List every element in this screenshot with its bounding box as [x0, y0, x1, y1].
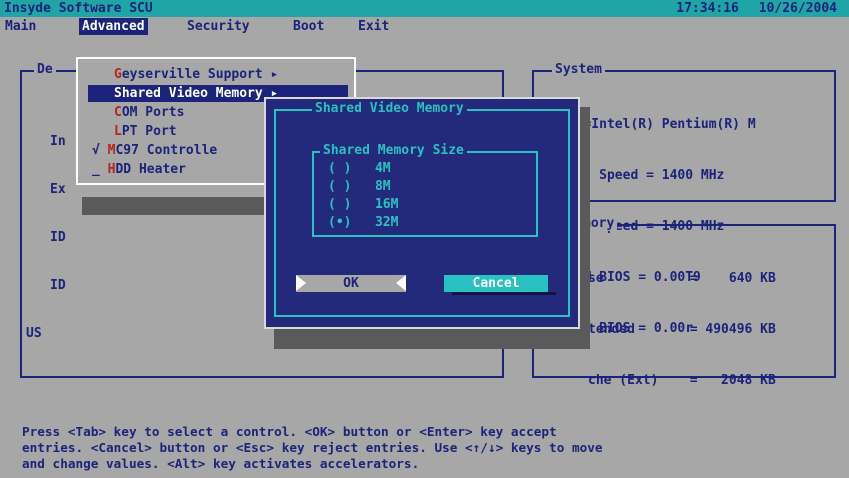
radio-button-icon: ( )	[328, 161, 352, 176]
clock: 17:34:16 10/26/2004	[676, 1, 837, 16]
dropdown-item-label: PT Port	[121, 124, 177, 139]
clock-date: 10/26/2004	[758, 1, 837, 16]
device-row: In	[50, 134, 66, 149]
checkmark-icon: √	[92, 143, 100, 158]
status-line: entries. <Cancel> button or <Esc> key re…	[22, 440, 603, 455]
radio-32m[interactable]: (•) 32M	[328, 215, 398, 230]
radio-button-icon: ( )	[328, 179, 352, 194]
radio-selected-icon: (•)	[328, 215, 352, 230]
device-panel-labels: In Ex ID ID US	[26, 102, 66, 358]
radio-label: 8M	[374, 179, 391, 194]
device-row: Ex	[50, 182, 66, 197]
hotkey-letter: L	[114, 124, 122, 139]
dropdown-item-label: OM Ports	[121, 105, 185, 120]
radio-4m[interactable]: ( ) 4M	[328, 161, 391, 176]
dropdown-shadow	[82, 197, 268, 215]
hotkey-letter: G	[114, 67, 122, 82]
unchecked-mark: _	[92, 162, 100, 177]
radio-label: 4M	[374, 161, 391, 176]
menu-main[interactable]: Main	[2, 18, 39, 35]
radio-16m[interactable]: ( ) 16M	[328, 197, 398, 212]
menu-boot[interactable]: Boot	[290, 18, 327, 35]
memory-row: se = 640 KB	[588, 271, 776, 286]
device-row: ID	[50, 278, 66, 293]
dialog-shadow-bottom	[274, 329, 590, 349]
dropdown-item-geyserville[interactable]: Geyserville Support ▸	[88, 66, 348, 83]
memory-row: che (Ext) = 2048 KB	[588, 373, 776, 388]
app-title: Insyde Software SCU	[4, 1, 153, 16]
menu-security[interactable]: Security	[184, 18, 253, 35]
dropdown-item-label: eyserville Support ▸	[121, 67, 279, 82]
radio-button-icon: ( )	[328, 197, 352, 212]
device-panel-title: De	[34, 62, 56, 77]
status-line: and change values. <Alt> key activates a…	[22, 456, 420, 471]
title-bar: Insyde Software SCU 17:34:16 10/26/2004	[0, 0, 849, 17]
focus-left-arrow-icon	[296, 275, 306, 291]
system-panel-title: System	[552, 62, 605, 77]
shared-video-memory-dialog: Shared Video Memory Shared Memory Size (…	[264, 97, 580, 329]
cancel-button[interactable]: Cancel	[444, 275, 548, 292]
ok-button-label: OK	[343, 276, 359, 291]
ok-button[interactable]: OK	[296, 275, 406, 292]
cancel-button-label: Cancel	[472, 276, 520, 291]
memory-row: tended = 490496 KB	[588, 322, 776, 337]
memory-size-group-title: Shared Memory Size	[320, 143, 467, 158]
device-row: US	[26, 326, 42, 341]
cancel-button-shadow	[452, 292, 556, 295]
memory-info: se = 640 KB tended = 490496 KB che (Ext)…	[588, 236, 776, 406]
radio-8m[interactable]: ( ) 8M	[328, 179, 391, 194]
status-bar: Press <Tab> key to select a control. <OK…	[0, 420, 849, 478]
dialog-title: Shared Video Memory	[312, 101, 467, 116]
dropdown-item-label: C97 Controlle	[115, 143, 218, 158]
dropdown-item-label: DD Heater	[115, 162, 186, 177]
radio-label: 32M	[374, 215, 399, 230]
menu-exit[interactable]: Exit	[355, 18, 392, 35]
dropdown-item-label: Shared Video Memory ▸	[114, 86, 279, 101]
status-line: Press <Tab> key to select a control. <OK…	[22, 424, 557, 439]
clock-time: 17:34:16	[676, 1, 739, 16]
device-row: ID	[50, 230, 66, 245]
dialog-shadow-right	[580, 107, 590, 349]
radio-label: 16M	[374, 197, 399, 212]
hotkey-letter: C	[114, 105, 122, 120]
menu-advanced[interactable]: Advanced	[79, 18, 148, 35]
menu-bar: Main Advanced Security Boot Exit	[0, 17, 849, 45]
focus-right-arrow-icon	[396, 275, 406, 291]
